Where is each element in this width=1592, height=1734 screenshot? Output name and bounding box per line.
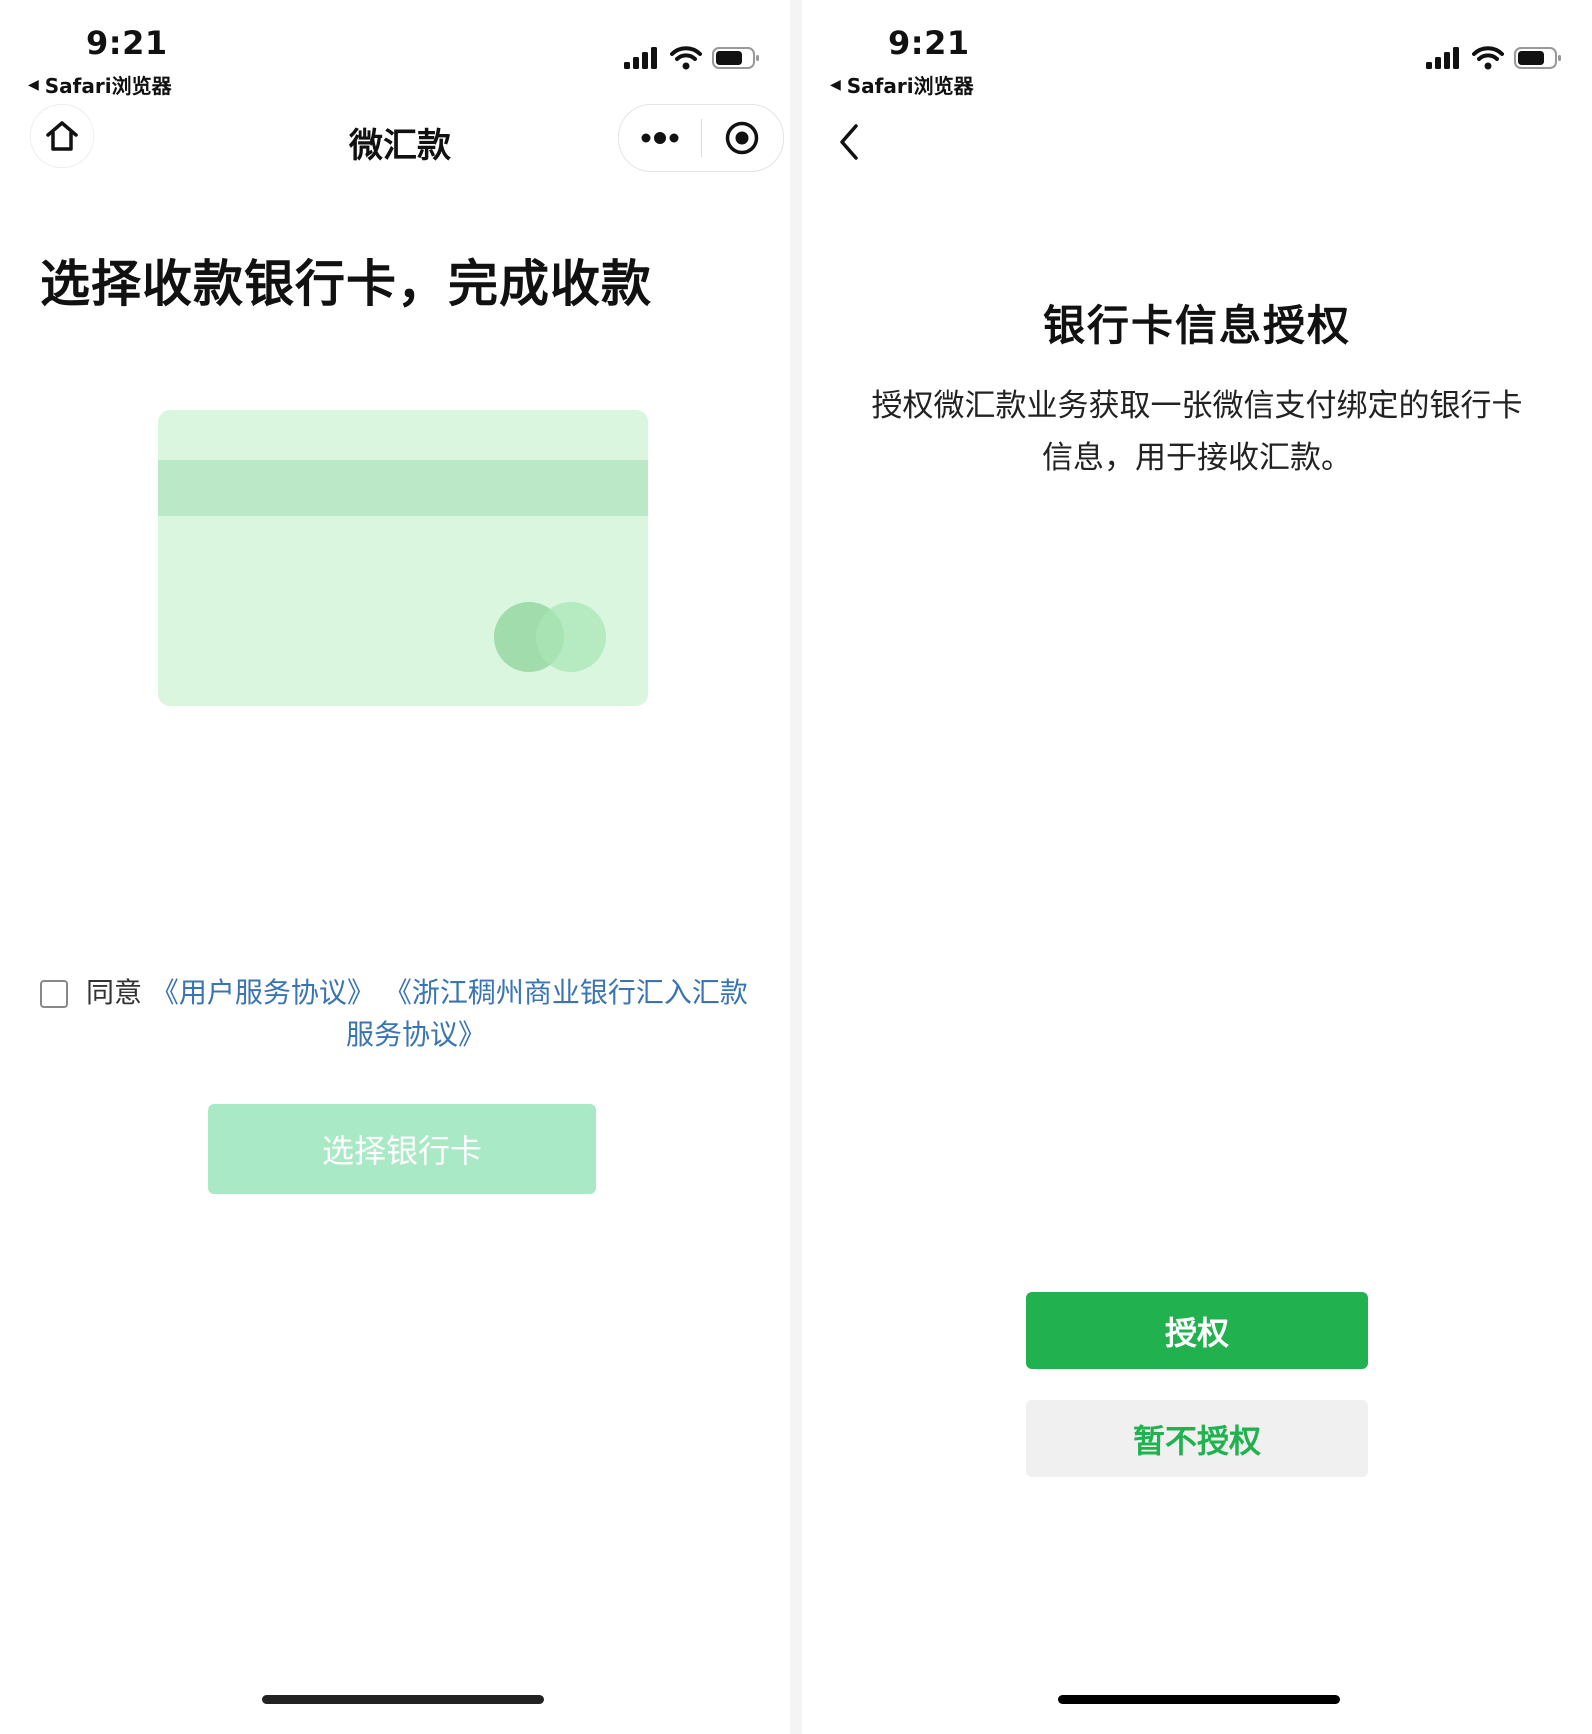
home-indicator — [262, 1695, 544, 1704]
back-chevron-icon[interactable] — [834, 122, 864, 162]
remittance-agreement-link-part2[interactable]: 服务协议》 — [346, 1018, 486, 1051]
back-to-safari[interactable]: ◀ Safari浏览器 — [830, 70, 974, 99]
home-indicator — [1058, 1695, 1340, 1704]
close-capsule-icon — [726, 121, 759, 155]
agreement-checkbox[interactable] — [40, 980, 68, 1008]
bank-card-illustration — [158, 410, 648, 706]
left-screen: 9:21 ◀ Safari浏览器 微汇款 选择收款银行卡，完成收款 同意 《用户… — [0, 0, 790, 1734]
auth-description: 授权微汇款业务获取一张微信支付绑定的银行卡信息，用于接收汇款。 — [871, 388, 1523, 476]
battery-icon — [1514, 47, 1561, 69]
decline-authorize-button[interactable]: 暂不授权 — [1026, 1400, 1368, 1477]
status-time: 9:21 — [86, 24, 168, 62]
signal-icon — [1426, 47, 1459, 69]
select-bank-card-button[interactable]: 选择银行卡 — [208, 1104, 596, 1194]
back-to-safari-label: Safari浏览器 — [44, 74, 172, 98]
more-icon — [641, 132, 679, 144]
card-logo-circle-right — [536, 602, 606, 672]
close-miniprogram-button[interactable] — [702, 105, 784, 171]
status-icons — [624, 46, 760, 70]
auth-title: 银行卡信息授权 — [1042, 301, 1351, 350]
more-button[interactable] — [619, 105, 701, 171]
authorize-button[interactable]: 授权 — [1026, 1292, 1368, 1369]
right-screen: 9:21 ◀ Safari浏览器 银行卡信息授权 授权微汇款业务获取一张微信支付… — [802, 0, 1592, 1734]
back-triangle-icon: ◀ — [28, 76, 39, 93]
user-service-agreement-link[interactable]: 《用户服务协议》 — [151, 976, 375, 1009]
agreement-line-2: 服务协议》 — [346, 1014, 486, 1056]
battery-icon — [712, 47, 759, 69]
wifi-icon — [670, 46, 702, 70]
agreement-prefix: 同意 — [86, 976, 143, 1009]
remittance-agreement-link-part1[interactable]: 《浙江稠州商业银行汇入汇款 — [384, 976, 748, 1009]
card-stripe — [158, 460, 648, 516]
back-to-safari[interactable]: ◀ Safari浏览器 — [28, 70, 172, 99]
status-time: 9:21 — [888, 24, 970, 62]
signal-icon — [624, 47, 657, 69]
headline: 选择收款银行卡，完成收款 — [40, 255, 652, 313]
status-icons — [1426, 46, 1562, 70]
miniprogram-capsule — [618, 104, 784, 172]
wifi-icon — [1472, 46, 1504, 70]
back-triangle-icon: ◀ — [830, 76, 841, 93]
agreement-line-1: 同意 《用户服务协议》 《浙江稠州商业银行汇入汇款 — [86, 972, 748, 1014]
back-to-safari-label: Safari浏览器 — [846, 74, 974, 98]
